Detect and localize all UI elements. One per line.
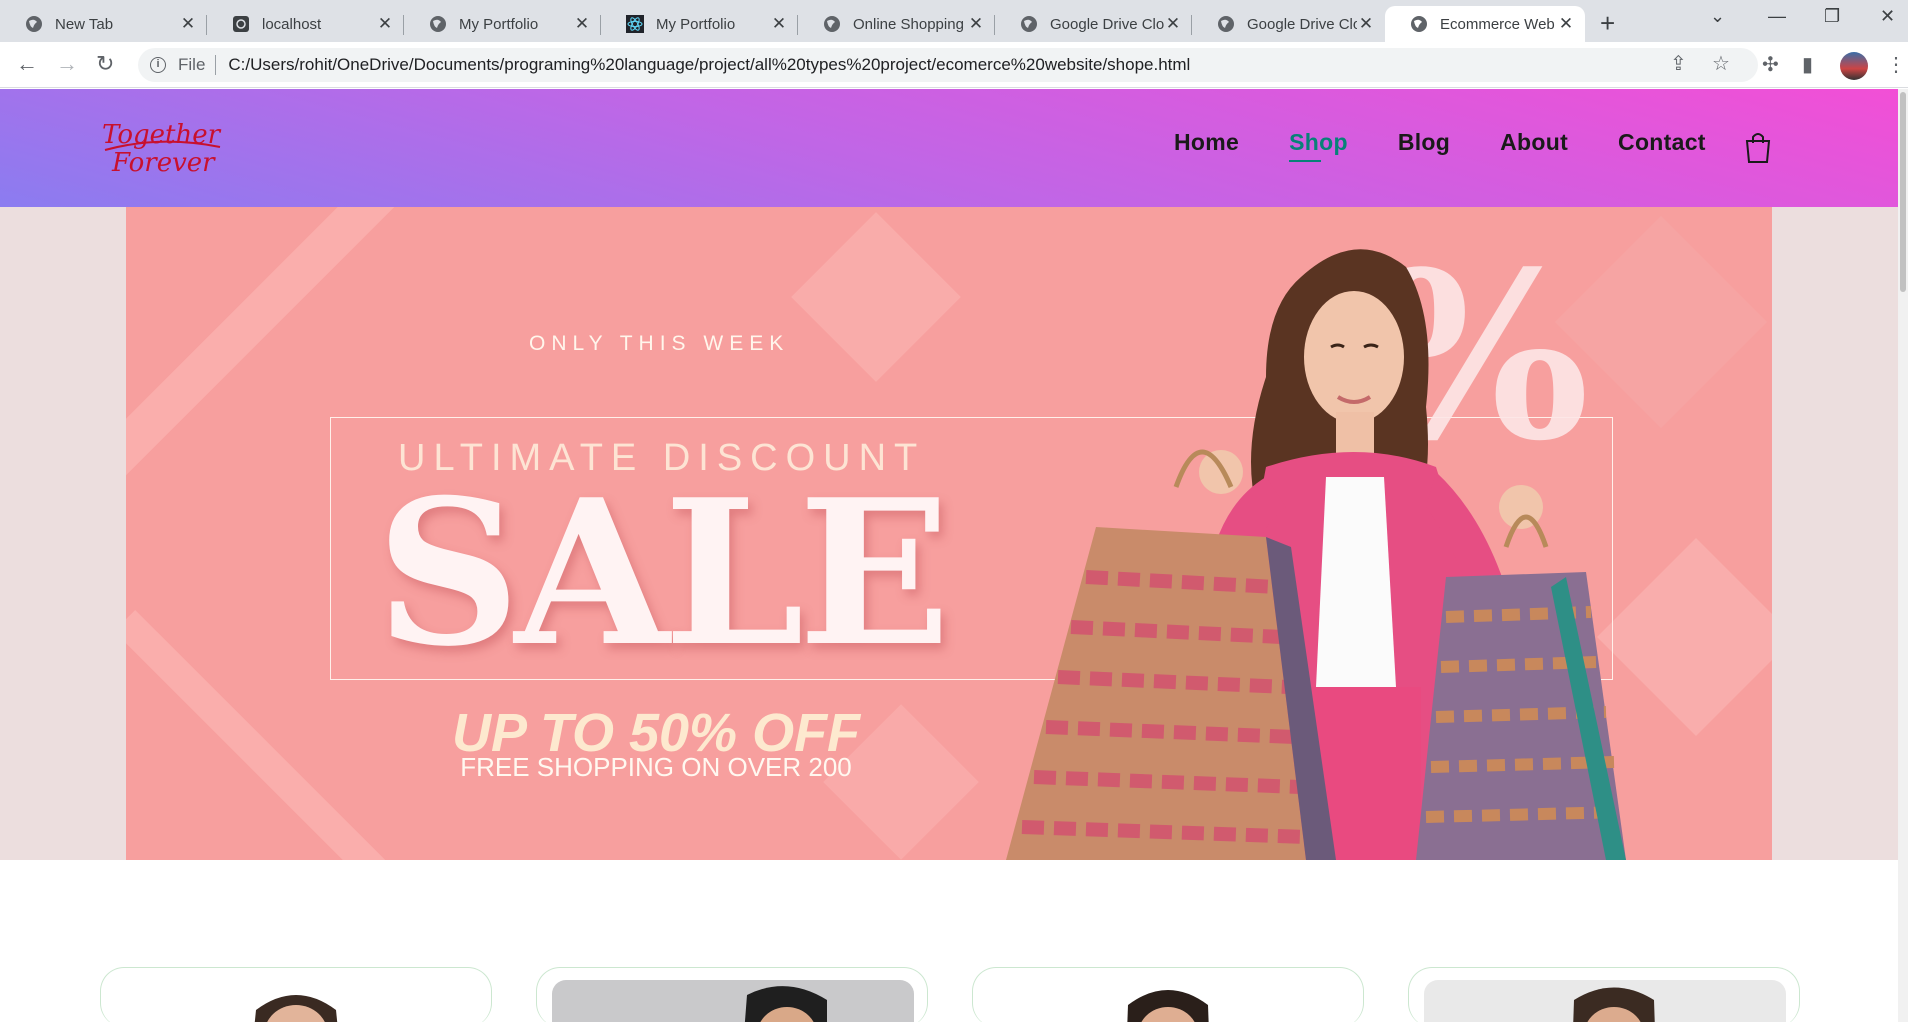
- globe-icon: [1410, 15, 1428, 33]
- page-scrollbar-thumb[interactable]: [1900, 92, 1906, 292]
- react-icon: [626, 15, 644, 33]
- product-image: [116, 980, 478, 1022]
- close-icon[interactable]: ✕: [573, 14, 591, 34]
- browser-tab[interactable]: New Tab ✕: [0, 6, 207, 42]
- nav-home[interactable]: Home: [1174, 129, 1239, 156]
- tab-title: My Portfolio: [656, 15, 736, 33]
- extensions-icon[interactable]: ✣: [1762, 52, 1779, 77]
- tab-title: Ecommerce Web: [1440, 15, 1555, 33]
- window-close-icon[interactable]: ✕: [1880, 6, 1895, 27]
- browser-tab[interactable]: Google Drive Clo ✕: [995, 6, 1192, 42]
- app-icon: [232, 15, 250, 33]
- address-url[interactable]: C:/Users/rohit/OneDrive/Documents/progra…: [228, 55, 1190, 75]
- close-icon[interactable]: ✕: [1557, 14, 1575, 34]
- globe-icon: [429, 15, 447, 33]
- page-viewport: Together Forever Home Shop Blog About Co…: [0, 89, 1898, 1022]
- globe-icon: [1020, 15, 1038, 33]
- hero-banner[interactable]: ONLY THIS WEEK ULTIMATE DISCOUNT SALE UP…: [126, 207, 1772, 860]
- hero-eyebrow: ONLY THIS WEEK: [529, 332, 790, 355]
- close-icon[interactable]: ✕: [179, 14, 197, 34]
- close-icon[interactable]: ✕: [1164, 14, 1182, 34]
- hero-model-image: %: [1006, 222, 1626, 860]
- browser-toolbar: ← → ↻ i File C:/Users/rohit/OneDrive/Doc…: [0, 42, 1908, 88]
- product-image: [988, 980, 1350, 1022]
- browser-tab[interactable]: Google Drive Clo ✕: [1192, 6, 1385, 42]
- svg-text:Forever: Forever: [111, 148, 216, 178]
- tab-title: localhost: [262, 15, 322, 33]
- info-icon[interactable]: i: [150, 57, 166, 73]
- profile-avatar[interactable]: [1840, 52, 1868, 80]
- address-divider: [215, 55, 217, 75]
- browser-tab[interactable]: localhost ✕: [207, 6, 404, 42]
- logo[interactable]: Together Forever: [100, 115, 226, 179]
- nav-blog[interactable]: Blog: [1398, 129, 1450, 156]
- product-list: [0, 860, 1898, 1022]
- nav-about[interactable]: About: [1500, 129, 1568, 156]
- product-card[interactable]: [536, 967, 928, 1022]
- decor-diamond: [791, 212, 961, 382]
- browser-tab-active[interactable]: Ecommerce Web ✕: [1385, 6, 1585, 42]
- address-bar[interactable]: i File C:/Users/rohit/OneDrive/Documents…: [138, 48, 1758, 82]
- new-tab-icon[interactable]: +: [1600, 8, 1615, 39]
- globe-icon: [1217, 15, 1235, 33]
- tab-title: New Tab: [55, 15, 114, 33]
- site-header: Together Forever Home Shop Blog About Co…: [0, 89, 1898, 207]
- browser-tab[interactable]: Online Shopping ✕: [798, 6, 995, 42]
- tab-title: Google Drive Clo: [1247, 15, 1357, 33]
- close-icon[interactable]: ✕: [770, 14, 788, 34]
- globe-icon: [823, 15, 841, 33]
- close-icon[interactable]: ✕: [967, 14, 985, 34]
- browser-tab[interactable]: My Portfolio ✕: [404, 6, 601, 42]
- reload-icon[interactable]: ↻: [96, 51, 114, 77]
- product-card[interactable]: [100, 967, 492, 1022]
- nav-shop[interactable]: Shop: [1289, 129, 1348, 162]
- browser-tab[interactable]: My Portfolio ✕: [601, 6, 798, 42]
- shopping-bag-icon[interactable]: [1744, 131, 1772, 163]
- globe-icon: [25, 15, 43, 33]
- product-card[interactable]: [972, 967, 1364, 1022]
- chevron-down-icon[interactable]: ⌄: [1710, 6, 1725, 27]
- tab-title: My Portfolio: [459, 15, 539, 33]
- back-icon[interactable]: ←: [16, 51, 38, 77]
- forward-icon[interactable]: →: [56, 51, 78, 77]
- hero-note: FREE SHOPPING ON OVER 200: [460, 752, 852, 782]
- hero-headline: SALE: [376, 456, 951, 691]
- tab-title: Online Shopping: [853, 15, 964, 33]
- close-icon[interactable]: ✕: [1357, 14, 1375, 34]
- main-nav: Home Shop Blog About Contact: [1174, 129, 1756, 162]
- menu-kebab-icon[interactable]: ⋮: [1886, 52, 1906, 77]
- product-image: [552, 980, 914, 1022]
- address-scheme: File: [178, 55, 206, 74]
- minimize-icon[interactable]: —: [1768, 6, 1786, 27]
- product-image: [1424, 980, 1786, 1022]
- browser-tab-strip: New Tab ✕ localhost ✕ My Portfolio ✕ My …: [0, 0, 1908, 42]
- share-icon[interactable]: ⇪: [1670, 51, 1687, 76]
- side-panel-icon[interactable]: ▮: [1802, 52, 1813, 77]
- bookmark-star-icon[interactable]: ☆: [1712, 51, 1730, 76]
- restore-icon[interactable]: ❐: [1824, 6, 1840, 27]
- tab-title: Google Drive Clo: [1050, 15, 1164, 33]
- close-icon[interactable]: ✕: [376, 14, 394, 34]
- product-card[interactable]: [1408, 967, 1800, 1022]
- nav-contact[interactable]: Contact: [1618, 129, 1706, 156]
